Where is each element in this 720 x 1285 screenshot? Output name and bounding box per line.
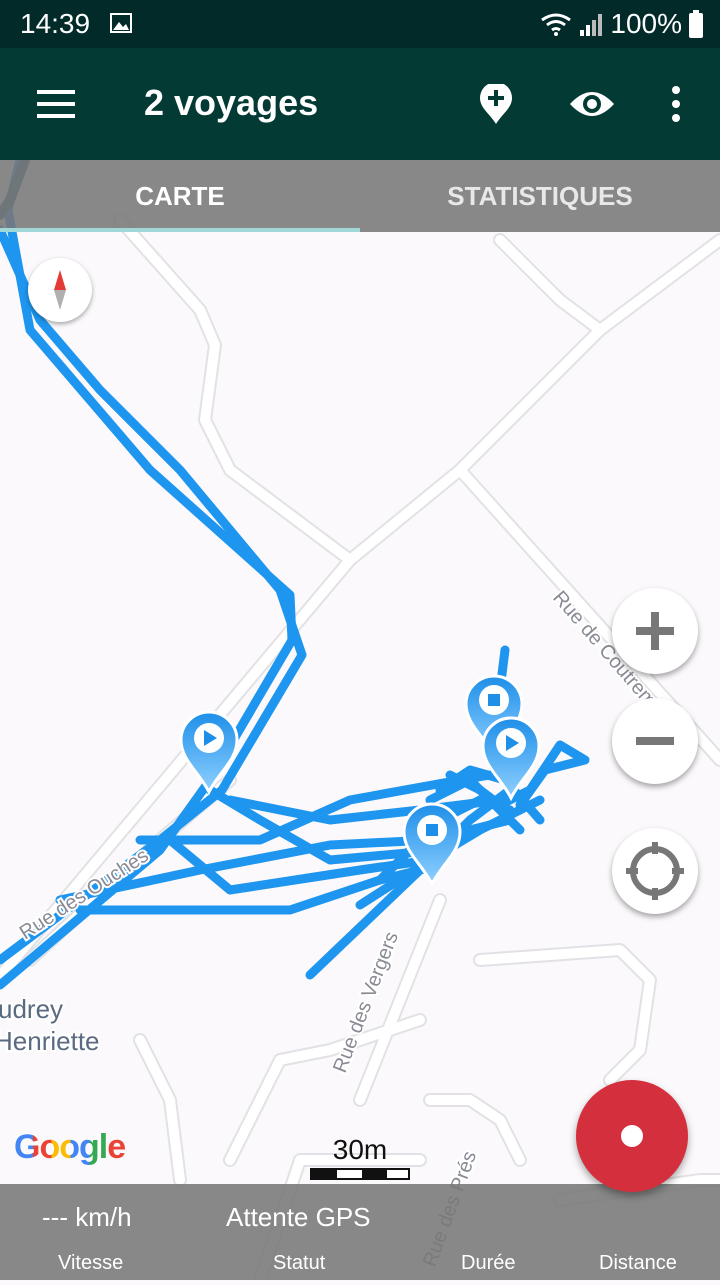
add-location-icon[interactable]	[478, 84, 514, 124]
signal-icon	[580, 14, 603, 36]
speed-label: Vitesse	[58, 1252, 124, 1274]
tab-statistiques[interactable]: STATISTIQUES	[360, 160, 720, 232]
battery-percent: 100%	[610, 8, 682, 39]
my-location-button[interactable]	[612, 828, 698, 914]
toolbar-title: 2 voyages	[144, 82, 319, 123]
crosshair-icon	[626, 842, 684, 900]
duration-label: Durée	[461, 1252, 516, 1274]
speed-value: --- km/h	[42, 1202, 132, 1232]
more-options-icon[interactable]	[666, 84, 686, 124]
street-label-ouches: Rue des Ouches	[16, 845, 153, 945]
eye-icon[interactable]	[568, 88, 616, 120]
plus-icon	[636, 612, 674, 650]
status-right-group: 100%	[540, 8, 704, 40]
distance-label: Distance	[599, 1252, 677, 1274]
zoom-in-button[interactable]	[612, 588, 698, 674]
tab-bar: CARTE STATISTIQUES	[0, 160, 720, 232]
status-time: 14:39	[20, 8, 91, 39]
tab-indicator	[0, 228, 360, 232]
app-toolbar: 2 voyages	[0, 48, 720, 160]
tab-carte[interactable]: CARTE	[0, 160, 360, 232]
minus-icon	[636, 737, 674, 745]
scale-label: 30m	[332, 1134, 388, 1165]
place-label: udrey Henriette	[0, 992, 102, 1058]
google-logo-text: Google	[14, 1128, 126, 1166]
map-scale: 30m	[310, 1134, 410, 1180]
place-label-line1: udrey	[0, 994, 63, 1024]
stats-bar: --- km/h Attente GPS Vitesse Statut Duré…	[0, 1184, 720, 1280]
compass-button[interactable]	[28, 258, 92, 322]
zoom-out-button[interactable]	[612, 698, 698, 784]
status-label: Statut	[273, 1252, 326, 1274]
compass-icon	[54, 270, 66, 310]
image-notification-icon	[110, 13, 132, 33]
record-button[interactable]	[576, 1080, 688, 1192]
wifi-icon	[541, 13, 572, 36]
status-value: Attente GPS	[226, 1202, 371, 1232]
google-attribution: Google	[14, 1128, 126, 1167]
menu-icon[interactable]	[34, 86, 78, 122]
scale-bar	[310, 1168, 410, 1180]
record-dot-icon	[621, 1125, 643, 1147]
status-bar: 14:39 100%	[0, 0, 720, 48]
battery-icon	[689, 10, 703, 38]
place-label-line2: Henriette	[0, 1026, 100, 1056]
